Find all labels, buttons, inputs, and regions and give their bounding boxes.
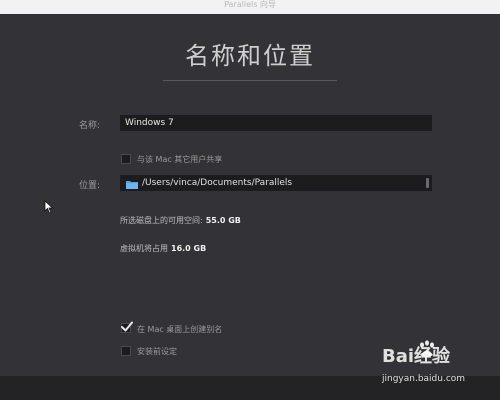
vm-usage-label: 虚拟机将占用 — [120, 244, 168, 253]
location-select[interactable]: /Users/vinca/Documents/Parallels — [120, 175, 432, 191]
location-label: 位置: — [79, 181, 101, 191]
alias-checkbox-label: 在 Mac 桌面上创建别名 — [137, 325, 223, 334]
baidu-paw-icon — [420, 340, 434, 357]
vm-usage-value: 16.0 GB — [171, 244, 207, 253]
customize-checkbox-label: 安装前设定 — [137, 347, 177, 356]
free-space-value: 55.0 GB — [205, 216, 241, 225]
name-label: 名称: — [79, 121, 101, 131]
checkmark-icon — [121, 321, 133, 332]
chevron-updown-icon — [426, 178, 429, 188]
window-title: Parallels 向导 — [224, 0, 276, 9]
alias-checkbox[interactable] — [121, 321, 133, 333]
watermark-url: jingyan.baidu.com — [382, 374, 466, 384]
share-checkbox-label: 与该 Mac 其它用户共享 — [137, 155, 223, 164]
folder-icon — [126, 179, 138, 189]
customize-checkbox[interactable] — [121, 346, 131, 356]
location-path: /Users/vinca/Documents/Parallels — [142, 178, 293, 188]
page-title: 名称和位置 — [185, 42, 315, 70]
free-space-info: 所选磁盘上的可用空间: 55.0 GB — [120, 215, 241, 226]
baidu-watermark: Bai经验 jingyan.baidu.com — [382, 340, 494, 392]
watermark-brand: Bai经验 — [382, 346, 451, 367]
wizard-dialog: 名称和位置 名称: 与该 Mac 其它用户共享 位置: /Users/vinca… — [0, 14, 500, 376]
name-input[interactable] — [120, 115, 432, 131]
vm-usage-info: 虚拟机将占用 16.0 GB — [120, 243, 206, 254]
mouse-pointer-icon — [44, 200, 54, 214]
free-space-label: 所选磁盘上的可用空间: — [120, 216, 203, 225]
title-divider — [163, 80, 337, 81]
share-checkbox[interactable] — [121, 154, 131, 164]
window-titlebar: Parallels 向导 — [0, 0, 500, 14]
